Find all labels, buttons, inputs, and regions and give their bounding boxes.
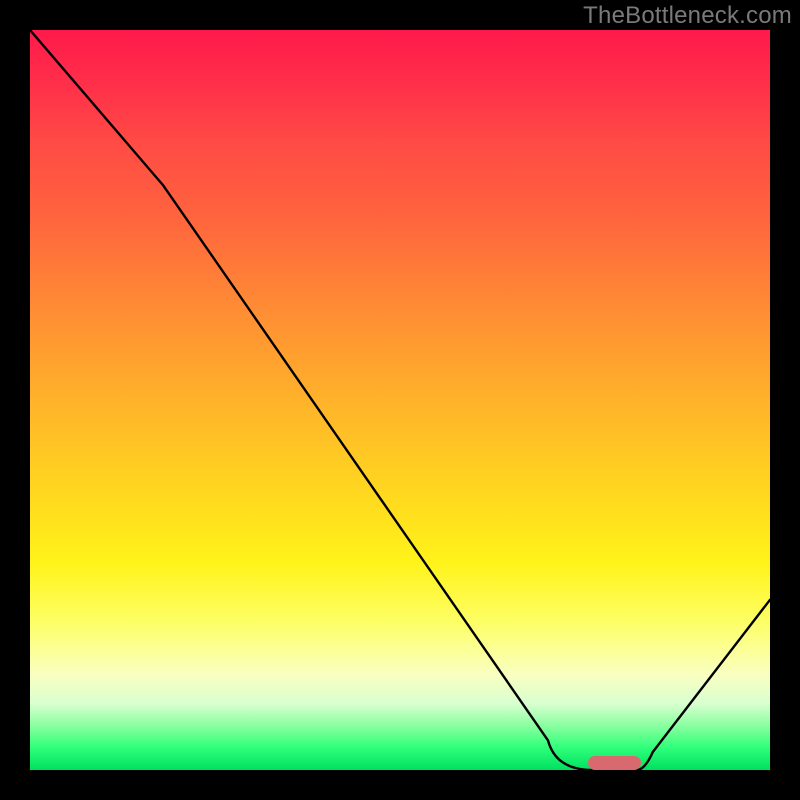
attribution-text: TheBottleneck.com <box>583 2 792 30</box>
chart-frame: TheBottleneck.com <box>0 0 800 800</box>
optimal-range-marker <box>588 756 640 770</box>
bottleneck-curve <box>30 30 770 770</box>
plot-area <box>30 30 770 770</box>
